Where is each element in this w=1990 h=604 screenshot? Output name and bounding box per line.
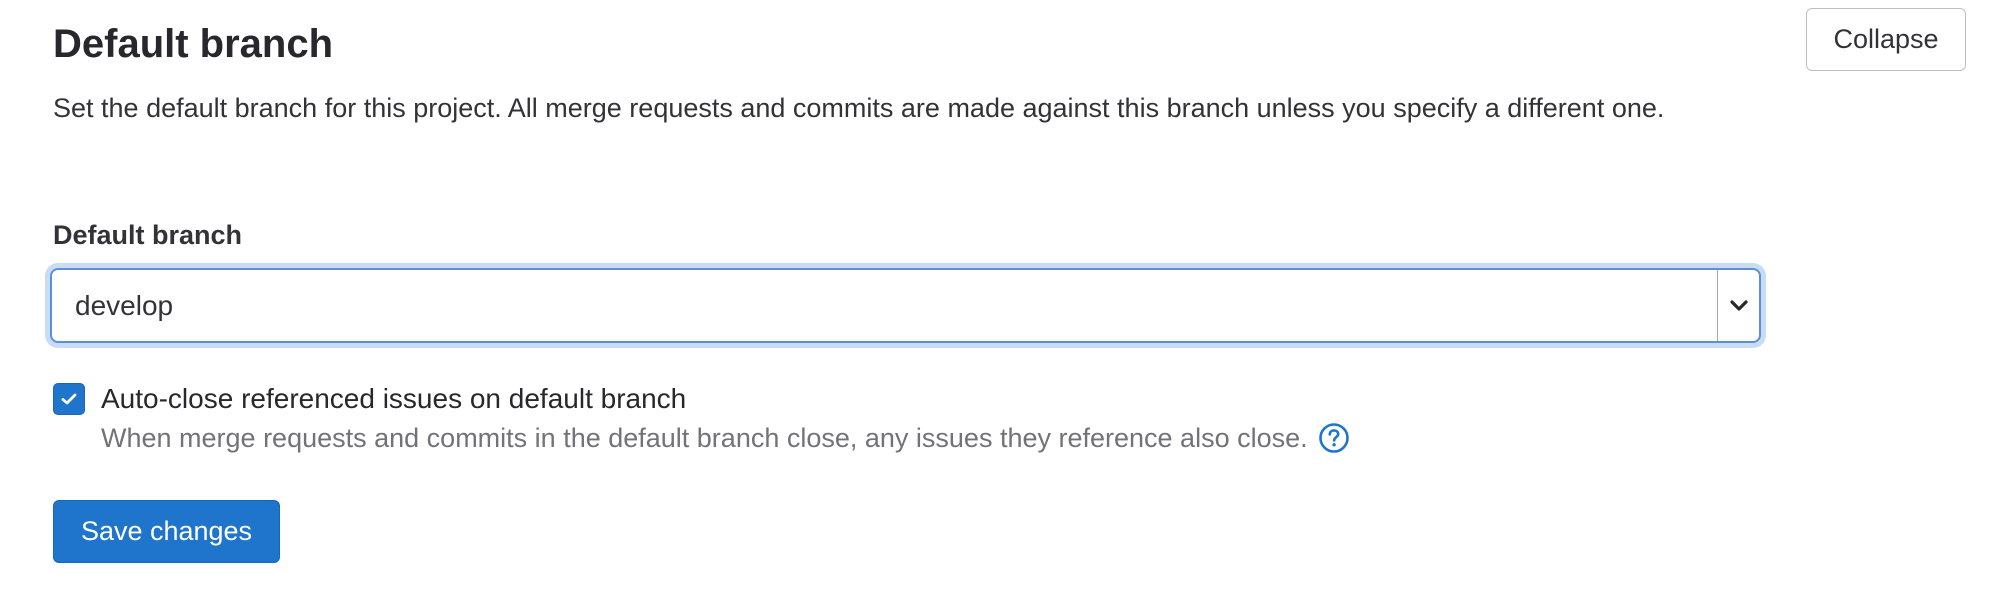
collapse-button[interactable]: Collapse	[1806, 8, 1966, 71]
dropdown-toggle[interactable]	[1717, 270, 1759, 341]
default-branch-value: develop	[75, 289, 174, 321]
auto-close-label[interactable]: Auto-close referenced issues on default …	[101, 378, 686, 420]
question-circle-icon[interactable]	[1318, 422, 1350, 454]
save-changes-button[interactable]: Save changes	[53, 500, 280, 563]
chevron-down-icon	[1729, 299, 1748, 311]
default-branch-select[interactable]: develop	[50, 268, 1761, 343]
default-branch-label: Default branch	[53, 220, 243, 250]
checkmark-icon	[61, 393, 77, 405]
section-description: Set the default branch for this project.…	[53, 93, 1665, 123]
auto-close-help-text: When merge requests and commits in the d…	[101, 423, 1308, 453]
auto-close-checkbox[interactable]	[53, 383, 85, 415]
auto-close-help: When merge requests and commits in the d…	[101, 417, 1350, 459]
section-title: Default branch	[53, 22, 334, 66]
